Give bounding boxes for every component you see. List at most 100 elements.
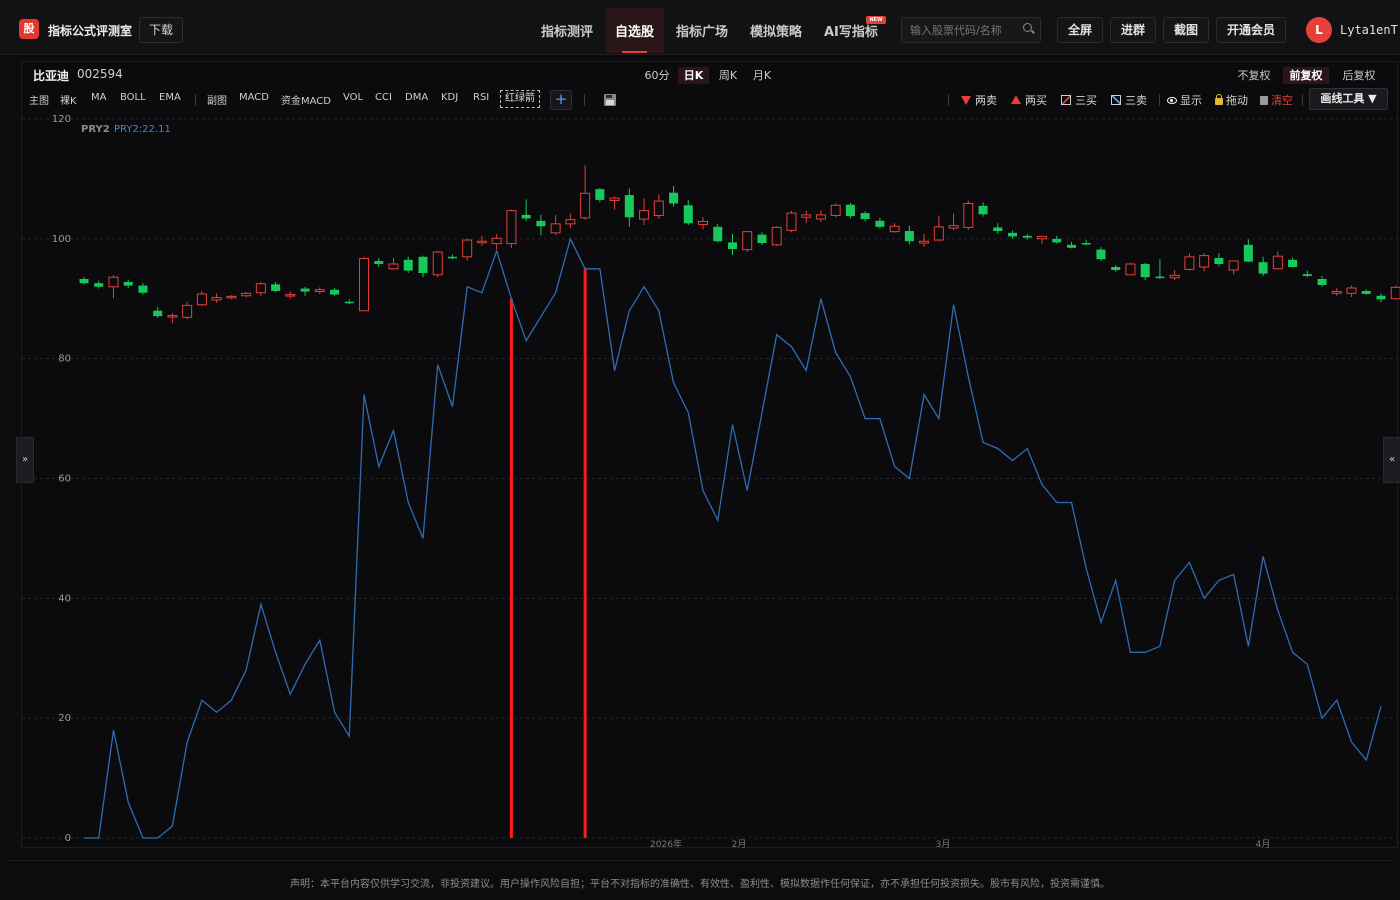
x-tick-label: 2026年 <box>650 838 682 850</box>
candle-body-down <box>1243 244 1253 262</box>
candle-body-down <box>1317 278 1327 285</box>
candle-body-down <box>845 204 855 217</box>
candle-body-up <box>1199 255 1210 268</box>
candle-body-up <box>801 214 812 218</box>
candle-body-down <box>79 278 89 284</box>
candle-body-up <box>742 231 753 251</box>
candle-body-up <box>226 295 237 299</box>
candle-body-up <box>771 226 782 246</box>
candle-body-down <box>1066 244 1076 248</box>
candle-body-up <box>830 204 841 216</box>
candle-body-up <box>167 315 178 318</box>
legend-series-name: PRY2 <box>81 124 110 135</box>
candle-body-up <box>815 214 826 220</box>
candle-body-down <box>624 195 634 218</box>
candle-body-up <box>1037 235 1048 240</box>
candle-body-down <box>153 310 163 317</box>
candle-body-down <box>403 259 413 271</box>
candle-body-up <box>182 304 193 318</box>
candle-body-up <box>241 292 252 297</box>
chart-grid <box>22 118 1397 839</box>
y-tick-label: 20 <box>58 713 71 724</box>
candle-body-down <box>713 226 723 242</box>
candle-body-up <box>565 219 576 225</box>
candle-body-up <box>550 223 561 234</box>
candle-body-down <box>1258 262 1268 274</box>
candle-body-down <box>300 288 310 292</box>
candle-body-down <box>1361 290 1371 294</box>
candle-body-down <box>418 256 428 273</box>
candle-body-up <box>388 263 399 270</box>
candle-body-down <box>1376 295 1386 300</box>
y-tick-label: 0 <box>65 833 71 844</box>
candle-body-down <box>1302 274 1312 276</box>
candle-body-down <box>993 227 1003 232</box>
candle-body-down <box>860 213 870 220</box>
candle-body-up <box>1125 263 1136 276</box>
candle-body-up <box>462 239 473 258</box>
candlesticks <box>79 165 1400 324</box>
candle-body-up <box>108 276 119 288</box>
candle-body-up <box>285 294 296 297</box>
legend-series-value: PRY2:22.11 <box>114 124 171 135</box>
candle-body-down <box>94 283 104 287</box>
candle-body-up <box>359 258 370 312</box>
candle-body-down <box>1081 243 1091 245</box>
candle-body-up <box>476 240 487 244</box>
candle-body-down <box>595 189 605 200</box>
pry2-series-line <box>84 236 1382 839</box>
candle-body-up <box>1390 286 1400 300</box>
candle-body-up <box>1184 256 1195 270</box>
candle-body-up <box>786 212 797 231</box>
pry2-line <box>84 236 1382 839</box>
candle-body-down <box>757 234 767 244</box>
candle-body-up <box>432 251 443 276</box>
candle-body-up <box>698 220 709 225</box>
candle-body-down <box>536 220 546 227</box>
candle-body-down <box>330 289 340 295</box>
candle-body-up <box>609 197 620 201</box>
candle-body-up <box>1228 260 1239 271</box>
candle-body-down <box>1052 238 1062 243</box>
candle-body-up <box>211 297 222 301</box>
x-tick-label: 2月 <box>732 839 747 850</box>
y-tick-label: 40 <box>58 593 71 604</box>
y-tick-label: 60 <box>58 474 71 485</box>
candle-body-up <box>314 289 325 293</box>
price-chart[interactable]: 0 20 40 60 80 100 120 2026年 2月 3月 4月 PRY2 PRY2:22… <box>0 0 1400 900</box>
candle-body-down <box>344 301 354 304</box>
expand-left-tab[interactable]: » <box>16 437 34 483</box>
candle-body-down <box>978 205 988 215</box>
candle-body-up <box>653 200 664 216</box>
candle-body-down <box>1140 263 1150 278</box>
x-tick-label: 4月 <box>1256 839 1271 850</box>
marker-lines <box>509 268 587 838</box>
candle-body-up <box>1346 287 1357 294</box>
candle-body-down <box>1111 266 1121 270</box>
candle-body-down <box>1096 249 1106 260</box>
candle-body-up <box>196 293 207 306</box>
candle-body-up <box>889 225 900 233</box>
candle-body-down <box>728 242 737 250</box>
candle-body-down <box>447 256 457 259</box>
candle-body-up <box>1169 274 1180 279</box>
candle-body-down <box>271 284 281 291</box>
y-tick-label: 120 <box>52 114 71 125</box>
expand-right-tab[interactable]: « <box>1383 437 1400 483</box>
candle-body-up <box>506 210 517 245</box>
candle-body-up <box>1331 291 1342 294</box>
candle-body-down <box>683 205 693 224</box>
candle-body-down <box>374 261 384 264</box>
candle-body-up <box>948 225 959 229</box>
candle-body-down <box>1008 232 1018 237</box>
candle-body-down <box>1155 276 1165 279</box>
candle-body-up <box>933 226 944 241</box>
footer-divider <box>8 860 1392 861</box>
candle-body-up <box>580 192 591 219</box>
candle-body-up <box>639 210 650 220</box>
candle-body-down <box>123 281 133 286</box>
candle-body-down <box>1288 259 1298 267</box>
candle-body-down <box>138 285 148 293</box>
y-tick-label: 100 <box>52 234 71 245</box>
candle-body-up <box>963 202 974 228</box>
